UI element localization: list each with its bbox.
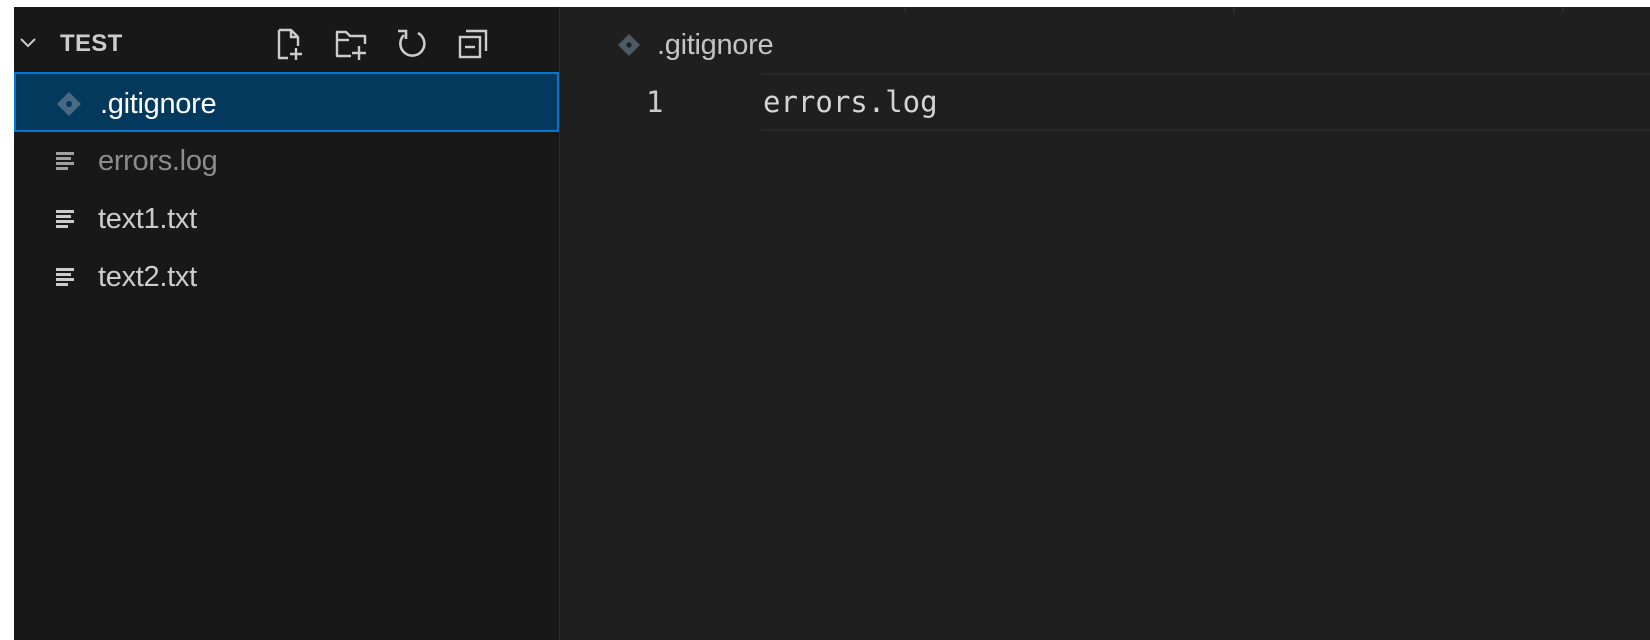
file-item-errors-log[interactable]: errors.log: [14, 131, 559, 191]
tab-divider: [1233, 7, 1235, 13]
tab-divider: [1562, 7, 1564, 13]
editor-pane: .gitignore 1 errors.log: [559, 7, 1650, 640]
collapse-all-icon[interactable]: [455, 26, 491, 62]
git-diamond-icon: [616, 32, 642, 58]
new-folder-icon[interactable]: [333, 26, 369, 62]
breadcrumb[interactable]: .gitignore: [657, 25, 774, 65]
explorer-sidebar: TEST .gitignore errors.log text1.txt tex…: [14, 7, 559, 640]
refresh-icon[interactable]: [394, 26, 430, 62]
vscode-window: TEST .gitignore errors.log text1.txt tex…: [14, 7, 1650, 640]
file-item-text2[interactable]: text2.txt: [14, 247, 559, 307]
chevron-down-icon[interactable]: [18, 33, 38, 53]
git-diamond-icon: [54, 89, 84, 119]
tab-divider: [904, 7, 906, 13]
file-label: text2.txt: [98, 261, 197, 293]
new-file-icon[interactable]: [270, 26, 306, 62]
file-label: .gitignore: [100, 88, 217, 120]
code-line[interactable]: errors.log: [763, 80, 938, 124]
file-label: errors.log: [98, 145, 218, 177]
text-lines-icon: [52, 204, 82, 234]
line-number: 1: [646, 85, 664, 119]
text-lines-icon: [52, 262, 82, 292]
file-item-gitignore[interactable]: .gitignore: [14, 72, 559, 132]
text-lines-icon: [52, 146, 82, 176]
file-item-text1[interactable]: text1.txt: [14, 189, 559, 249]
file-label: text1.txt: [98, 203, 197, 235]
explorer-section-header[interactable]: TEST: [14, 22, 559, 66]
section-title: TEST: [60, 30, 123, 57]
